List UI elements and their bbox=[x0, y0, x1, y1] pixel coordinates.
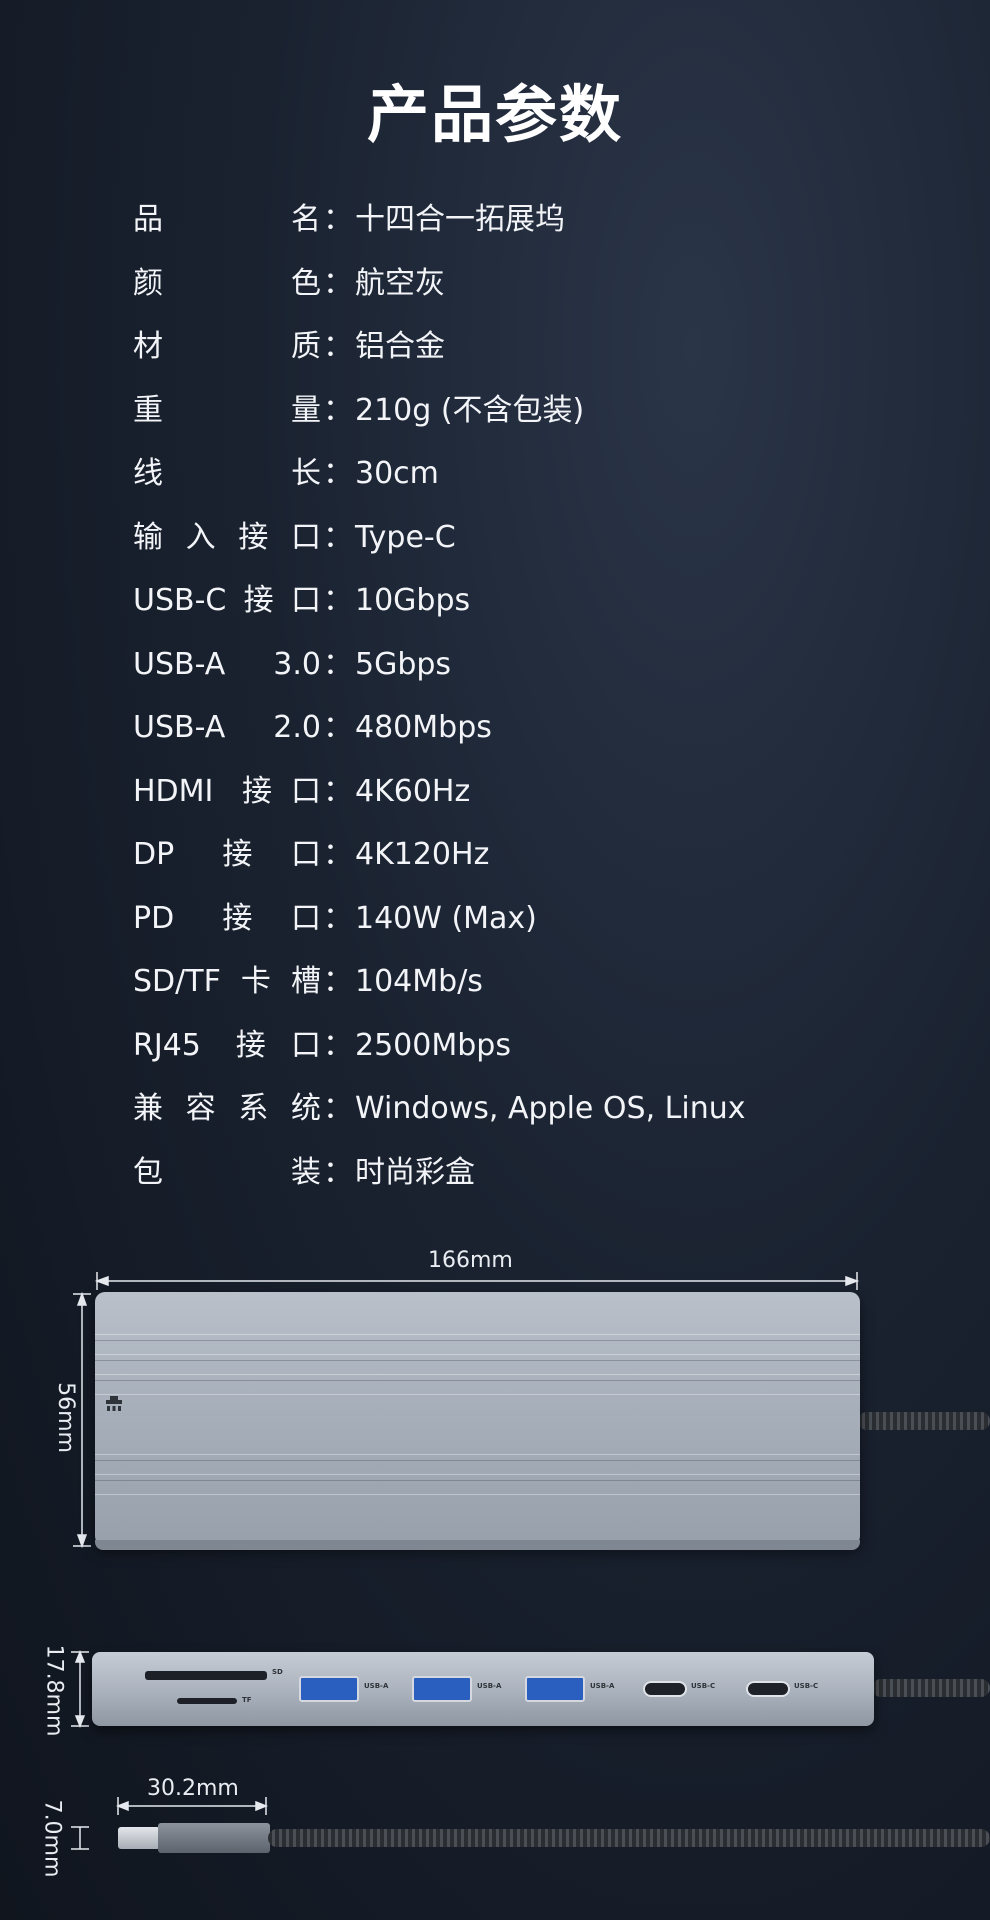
spec-value: 十四合一拓展坞 bbox=[355, 202, 565, 237]
spec-label: USB-A 2.0 bbox=[133, 710, 321, 745]
spec-separator: ： bbox=[323, 456, 353, 491]
sd-card-slot bbox=[145, 1671, 267, 1680]
spec-separator: ： bbox=[323, 964, 353, 999]
usb-c-plug-tip bbox=[118, 1827, 160, 1849]
spec-label: DP 接口 bbox=[133, 837, 321, 872]
spec-label: 颜色 bbox=[133, 265, 321, 301]
spec-value: 时尚彩盒 bbox=[355, 1154, 475, 1190]
hub-top-edge bbox=[95, 1540, 860, 1550]
usb-a-port bbox=[299, 1676, 359, 1702]
usb-a-port-label: USB-A bbox=[477, 1682, 502, 1690]
spec-separator: ： bbox=[323, 329, 353, 364]
spec-value: 210g (不含包装) bbox=[355, 392, 585, 428]
spec-value: 480Mbps bbox=[355, 710, 492, 745]
spec-separator: ： bbox=[323, 1154, 353, 1190]
usb-c-port bbox=[746, 1681, 790, 1697]
hub-side-cable bbox=[872, 1679, 990, 1697]
spec-value: 104Mb/s bbox=[355, 964, 483, 999]
spec-label: USB-A 3.0 bbox=[133, 646, 321, 682]
spec-label: RJ45 接口 bbox=[133, 1027, 321, 1063]
spec-value: Windows, Apple OS, Linux bbox=[355, 1091, 746, 1126]
hub-top-cable bbox=[858, 1412, 990, 1430]
usb-c-port-label: USB-C bbox=[691, 1682, 716, 1690]
page-title: 产品参数 bbox=[366, 78, 623, 151]
spec-label: 材质 bbox=[133, 329, 321, 364]
hub-side-view: SD TF USB-A USB-A USB-A USB-C USB-C bbox=[92, 1652, 874, 1726]
spec-label: 输入接口 bbox=[133, 519, 321, 555]
plug-length-label: 30.2mm bbox=[147, 1776, 239, 1801]
tf-card-slot bbox=[177, 1698, 237, 1704]
height-label: 17.8mm bbox=[41, 1644, 67, 1737]
spec-separator: ： bbox=[323, 202, 353, 237]
spec-value: Type-C bbox=[355, 519, 456, 555]
tf-port-label: TF bbox=[242, 1696, 252, 1704]
usb-c-plug-housing bbox=[158, 1823, 270, 1853]
spec-value: 140W (Max) bbox=[355, 900, 537, 936]
spec-label: 线长 bbox=[133, 456, 321, 491]
spec-label: SD/TF卡槽 bbox=[133, 964, 321, 999]
spec-label: USB-C接口 bbox=[133, 583, 321, 618]
spec-separator: ： bbox=[323, 900, 353, 936]
length-label: 166mm bbox=[428, 1248, 513, 1273]
spec-separator: ： bbox=[323, 646, 353, 682]
usb-a-port-label: USB-A bbox=[590, 1682, 615, 1690]
hub-top-view bbox=[95, 1292, 860, 1546]
spec-label: 兼容系统 bbox=[133, 1091, 321, 1126]
spec-separator: ： bbox=[323, 265, 353, 301]
spec-label: HDMI 接口 bbox=[133, 773, 321, 809]
spec-value: 铝合金 bbox=[355, 329, 445, 364]
spec-value: 航空灰 bbox=[355, 265, 445, 301]
spec-label: 重量 bbox=[133, 392, 321, 428]
usb-a-port bbox=[412, 1676, 472, 1702]
width-label: 56mm bbox=[52, 1382, 78, 1453]
spec-value: 10Gbps bbox=[355, 583, 471, 618]
spec-separator: ： bbox=[323, 837, 353, 872]
sd-port-label: SD bbox=[272, 1668, 283, 1676]
spec-value: 2500Mbps bbox=[355, 1027, 511, 1063]
spec-value: 4K120Hz bbox=[355, 837, 490, 872]
spec-label: 品名 bbox=[133, 202, 321, 237]
plug-cable bbox=[268, 1829, 990, 1847]
spec-label: 包装 bbox=[133, 1154, 321, 1190]
spec-label: PD 接口 bbox=[133, 900, 321, 936]
spec-separator: ： bbox=[323, 710, 353, 745]
spec-separator: ： bbox=[323, 1027, 353, 1063]
spec-value: 5Gbps bbox=[355, 646, 452, 682]
plug-height-label: 7.0mm bbox=[39, 1799, 65, 1878]
spec-value: 30cm bbox=[355, 456, 439, 491]
usb-c-port bbox=[643, 1681, 687, 1697]
spec-separator: ： bbox=[323, 392, 353, 428]
ethernet-icon bbox=[106, 1396, 122, 1411]
spec-separator: ： bbox=[323, 583, 353, 618]
spec-separator: ： bbox=[323, 1091, 353, 1126]
spec-value: 4K60Hz bbox=[355, 773, 471, 809]
usb-a-port bbox=[525, 1676, 585, 1702]
usb-c-port-label: USB-C bbox=[794, 1682, 819, 1690]
spec-separator: ： bbox=[323, 519, 353, 555]
spec-separator: ： bbox=[323, 773, 353, 809]
usb-a-port-label: USB-A bbox=[364, 1682, 389, 1690]
